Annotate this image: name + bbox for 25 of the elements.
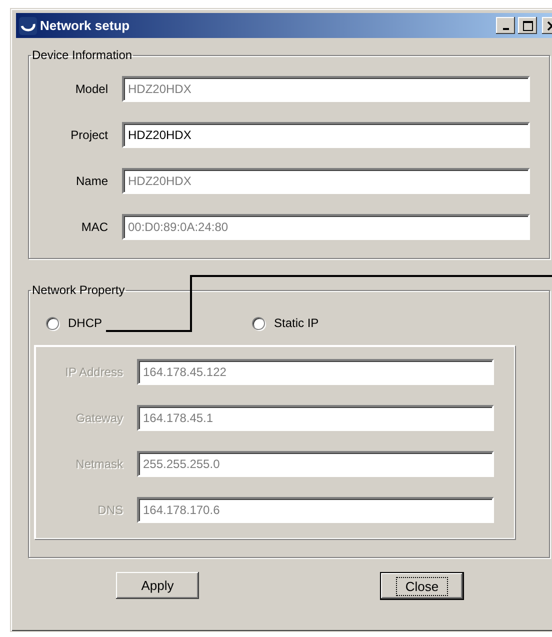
dialog-button[interactable]: Close [380,572,464,600]
field-label: IP Address [64,365,124,379]
text-field[interactable]: HDZ20HDX [122,122,530,148]
radio-option[interactable]: Static IP [252,316,458,330]
group-title: Device Information [31,48,134,62]
field-label: MAC [80,220,109,234]
minimize-icon [502,28,508,30]
field-label: Project [70,128,109,142]
field-label: Netmask [74,457,124,471]
dialog-button[interactable]: Apply [116,572,199,599]
field-label: Gateway [74,411,124,425]
radio-icon[interactable] [46,316,59,330]
window-title: Network setup [40,18,131,33]
field-label: Model [74,82,109,96]
field-label: Name [74,174,109,188]
minimize-button[interactable] [496,17,515,34]
maximize-icon [522,20,532,30]
app-logo-icon [19,16,37,34]
maximize-button[interactable] [518,17,537,34]
group-title: Network Property [31,283,126,297]
field-label: DNS [96,503,124,517]
radio-option[interactable]: DHCP [46,316,252,330]
radio-label: Static IP [274,316,319,330]
radio-icon[interactable] [252,316,265,330]
radio-label: DHCP [68,316,102,330]
